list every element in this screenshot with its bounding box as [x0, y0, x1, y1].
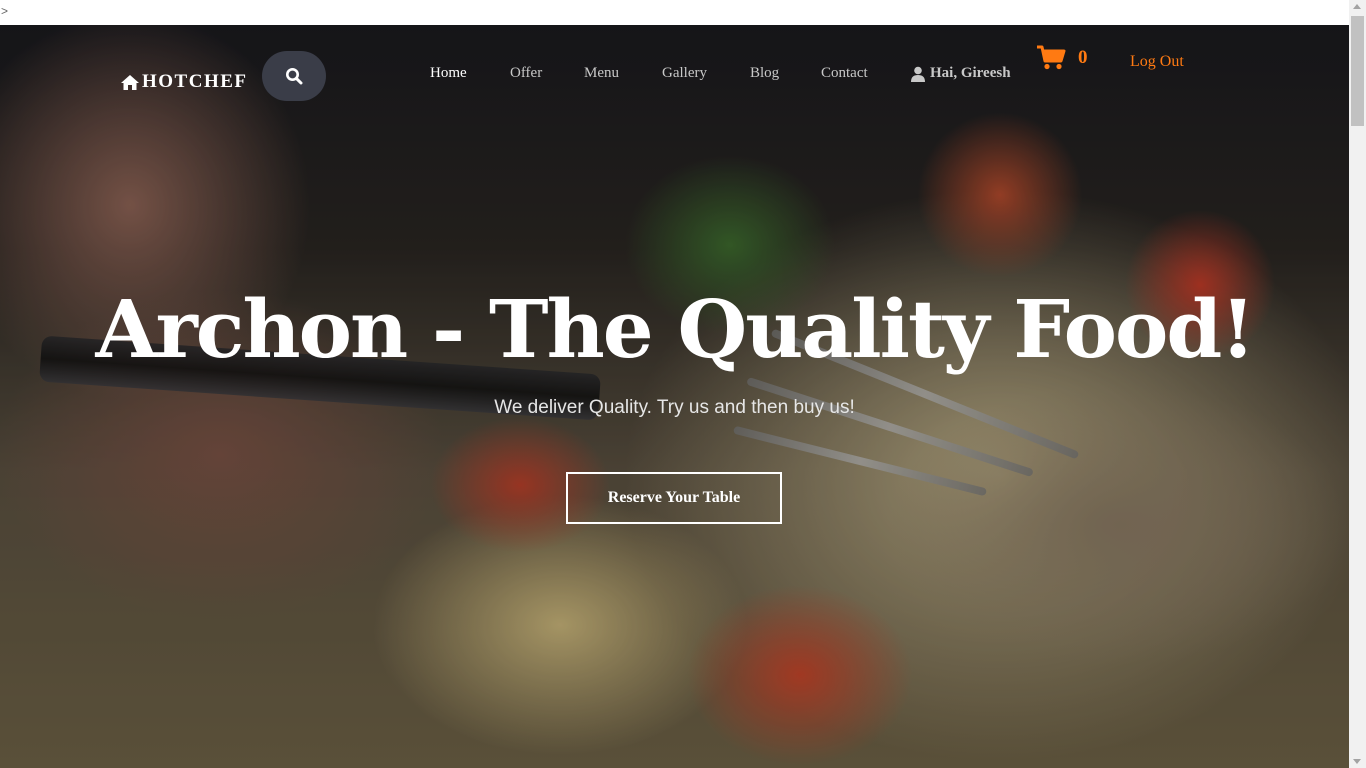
- nav-blog[interactable]: Blog: [750, 65, 779, 82]
- brand-logo[interactable]: HOTCHEF: [120, 67, 248, 97]
- shopping-cart-icon: [1037, 45, 1066, 70]
- hero-tagline: We deliver Quality. Try us and then buy …: [494, 397, 855, 418]
- page-scrollbar[interactable]: [1349, 0, 1366, 768]
- logout-link[interactable]: Log Out: [1130, 53, 1184, 71]
- search-button[interactable]: [262, 51, 326, 101]
- nav-gallery[interactable]: Gallery: [662, 65, 707, 82]
- reserve-table-button[interactable]: Reserve Your Table: [566, 472, 782, 524]
- nav-home[interactable]: Home: [430, 65, 467, 82]
- scroll-down-arrow[interactable]: [1353, 759, 1361, 764]
- stray-text: >: [1, 4, 9, 18]
- home-icon: [121, 74, 139, 90]
- nav-menu[interactable]: Menu: [584, 65, 619, 82]
- cart-count: 0: [1078, 47, 1088, 68]
- nav-offer[interactable]: Offer: [510, 65, 542, 82]
- cart-button[interactable]: 0: [1036, 45, 1088, 71]
- scroll-thumb[interactable]: [1351, 16, 1364, 126]
- hero-headline: Archon - The Quality Food!: [95, 282, 1256, 376]
- user-menu[interactable]: Hai, Gireesh: [910, 65, 1011, 82]
- scroll-up-arrow[interactable]: [1353, 4, 1361, 9]
- search-icon: [286, 68, 303, 85]
- nav-contact[interactable]: Contact: [821, 65, 868, 82]
- user-icon: [911, 66, 925, 82]
- brand-name: HOTCHEF: [142, 71, 248, 92]
- user-greeting: Hai, Gireesh: [930, 65, 1011, 81]
- hero-section: HOTCHEF Home Offer Menu Gallery Blog Con…: [0, 25, 1349, 768]
